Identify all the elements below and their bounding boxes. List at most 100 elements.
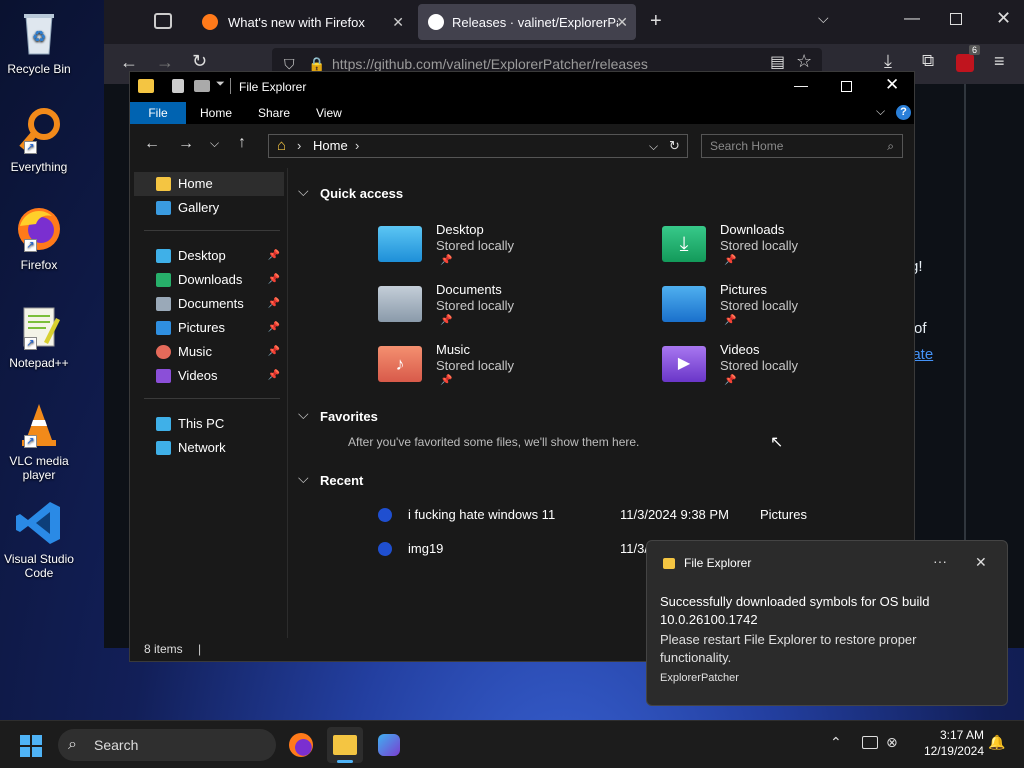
tab-close-icon[interactable]: ✕ [616,14,628,31]
recent-header[interactable]: ⌵ Recent [298,470,363,488]
back-icon[interactable]: ← [120,52,138,73]
desktop-icon-vlc[interactable]: ↗ VLC media player [4,400,74,482]
pin-icon[interactable]: 📌 [268,292,280,316]
minimize-icon[interactable]: — [794,77,808,93]
recent-locations-chevron-icon[interactable]: ⌵ [210,136,219,151]
desktop-icon-everything[interactable]: ↗ Everything [4,106,74,174]
table-row[interactable]: i fucking hate windows 11 11/3/2024 9:38… [378,506,908,528]
quick-access-item-music[interactable]: ♪ Music Stored locally 📌 [378,342,618,398]
music-folder-icon: ♪ [378,346,422,382]
ribbon-tab-file[interactable]: File [130,102,186,124]
search-input[interactable]: Search Home ⌕ [701,134,903,158]
toast-body: Please restart File Explorer to restore … [660,632,917,665]
favorites-empty-text: After you've favorited some files, we'll… [348,435,640,449]
sidebar-item-gallery[interactable]: Gallery [134,196,284,220]
toast-app-name: File Explorer [684,556,752,570]
up-icon[interactable]: ↑ [238,134,246,152]
ublock-icon[interactable]: 6 [956,45,980,72]
start-button[interactable] [20,735,42,757]
desktop-folder-icon [156,249,171,263]
taskbar: ⌕ Search ⌃ ⊗ 3:17 AM 12/19/2024 🔔 [0,720,1024,768]
collapse-chevron-icon[interactable]: ⌵ [298,470,309,487]
ribbon-tab-share[interactable]: Share [246,102,302,124]
sidebar-item-this-pc[interactable]: This PC [134,412,284,436]
quick-access-item-pictures[interactable]: Pictures Stored locally 📌 [662,282,902,338]
notification-bell-icon[interactable]: 🔔 [988,734,1005,751]
toast-close-icon[interactable]: ✕ [975,554,987,571]
firefox-tab-releases[interactable]: Releases · valinet/ExplorerPatche ✕ [418,4,636,40]
collapse-chevron-icon[interactable]: ⌵ [298,183,309,200]
ribbon-tab-view[interactable]: View [304,102,354,124]
new-folder-icon[interactable] [194,80,210,92]
sidebar-item-downloads[interactable]: Downloads 📌 [134,268,284,292]
downloads-icon[interactable]: ⤓ [884,51,892,72]
home-icon: ⌂ [277,137,287,154]
desktop-icon-recycle-bin[interactable]: ♻ Recycle Bin [4,8,74,76]
properties-icon[interactable] [172,79,184,93]
sidebar-item-network[interactable]: Network [134,436,284,460]
sidebar-item-videos[interactable]: Videos 📌 [134,364,284,388]
close-icon[interactable]: ✕ [885,75,899,95]
show-hidden-icons-chevron-icon[interactable]: ⌃ [830,734,842,751]
menu-icon[interactable]: ≡ [994,51,1005,72]
quick-access-header[interactable]: ⌵ Quick access [298,183,403,201]
pin-icon[interactable]: 📌 [268,244,280,268]
desktop-icon-vscode[interactable]: Visual Studio Code [4,498,74,580]
forward-icon[interactable]: → [178,135,194,153]
new-tab-icon[interactable]: + [650,10,662,33]
quick-access-item-downloads[interactable]: ⤓ Downloads Stored locally 📌 [662,222,902,278]
toast-notification[interactable]: File Explorer ··· ✕ Successfully downloa… [646,540,1008,706]
volume-muted-icon[interactable]: ⊗ [886,734,898,751]
maximize-icon[interactable] [841,81,852,92]
image-file-icon [378,542,392,556]
sidebar-item-pictures[interactable]: Pictures 📌 [134,316,284,340]
quick-access-item-desktop[interactable]: Desktop Stored locally 📌 [378,222,618,278]
help-icon[interactable]: ? [896,105,911,120]
pin-icon[interactable]: 📌 [268,316,280,340]
quick-access-item-documents[interactable]: Documents Stored locally 📌 [378,282,618,338]
reader-view-icon[interactable]: ▤ [770,52,785,72]
image-file-icon [378,508,392,522]
close-icon[interactable]: ✕ [996,8,1011,29]
address-dropdown-chevron-icon[interactable]: ⌵ [649,135,658,157]
pin-icon[interactable]: 📌 [268,268,280,292]
tab-list-chevron-icon[interactable]: ⌵ [818,10,829,27]
pin-icon[interactable]: 📌 [268,364,280,388]
favorites-header[interactable]: ⌵ Favorites [298,406,378,424]
taskbar-file-explorer[interactable] [327,727,363,763]
forward-icon[interactable]: → [156,52,174,73]
network-status-icon[interactable] [862,736,878,749]
maximize-icon[interactable] [950,13,962,25]
refresh-icon[interactable]: ↻ [669,135,680,157]
collapse-chevron-icon[interactable]: ⌵ [298,406,309,423]
firefox-tab-whats-new[interactable]: What's new with Firefox ✕ [192,4,412,40]
taskbar-firefox[interactable] [283,727,319,763]
ribbon-tab-home[interactable]: Home [188,102,244,124]
sidebar-item-home[interactable]: Home [134,172,284,196]
desktop-icon-notepadpp[interactable]: ↗ Notepad++ [4,302,74,370]
quick-access-toolbar-chevron-icon[interactable]: ⏷ [216,78,225,91]
taskbar-clock[interactable]: 3:17 AM 12/19/2024 [906,727,984,759]
reload-icon[interactable]: ↻ [192,51,207,72]
taskbar-copilot[interactable] [371,727,407,763]
toast-source: ExplorerPatcher [660,672,739,684]
more-options-icon[interactable]: ··· [933,553,947,569]
firefox-view-icon[interactable] [154,13,172,29]
ribbon-expand-chevron-icon[interactable]: ⌵ [876,104,885,119]
desktop-icon-firefox[interactable]: ↗ Firefox [4,204,74,272]
taskbar-search[interactable]: ⌕ Search [58,729,276,761]
recycle-bin-icon: ♻ [14,8,64,58]
sidebar-item-documents[interactable]: Documents 📌 [134,292,284,316]
address-bar[interactable]: ⌂ › Home › ⌵ ↻ [268,134,688,158]
tab-close-icon[interactable]: ✕ [392,14,404,31]
pin-icon[interactable]: 📌 [268,340,280,364]
bookmark-star-icon[interactable]: ☆ [796,51,812,72]
quick-access-item-videos[interactable]: ▶ Videos Stored locally 📌 [662,342,902,398]
back-icon[interactable]: ← [144,135,160,153]
sidebar-item-music[interactable]: Music 📌 [134,340,284,364]
sidebar-item-desktop[interactable]: Desktop 📌 [134,244,284,268]
extensions-icon[interactable]: ⧉ [922,51,934,71]
minimize-icon[interactable]: — [904,10,920,28]
explorer-title: File Explorer [239,80,307,94]
breadcrumb-home[interactable]: Home [313,135,348,157]
